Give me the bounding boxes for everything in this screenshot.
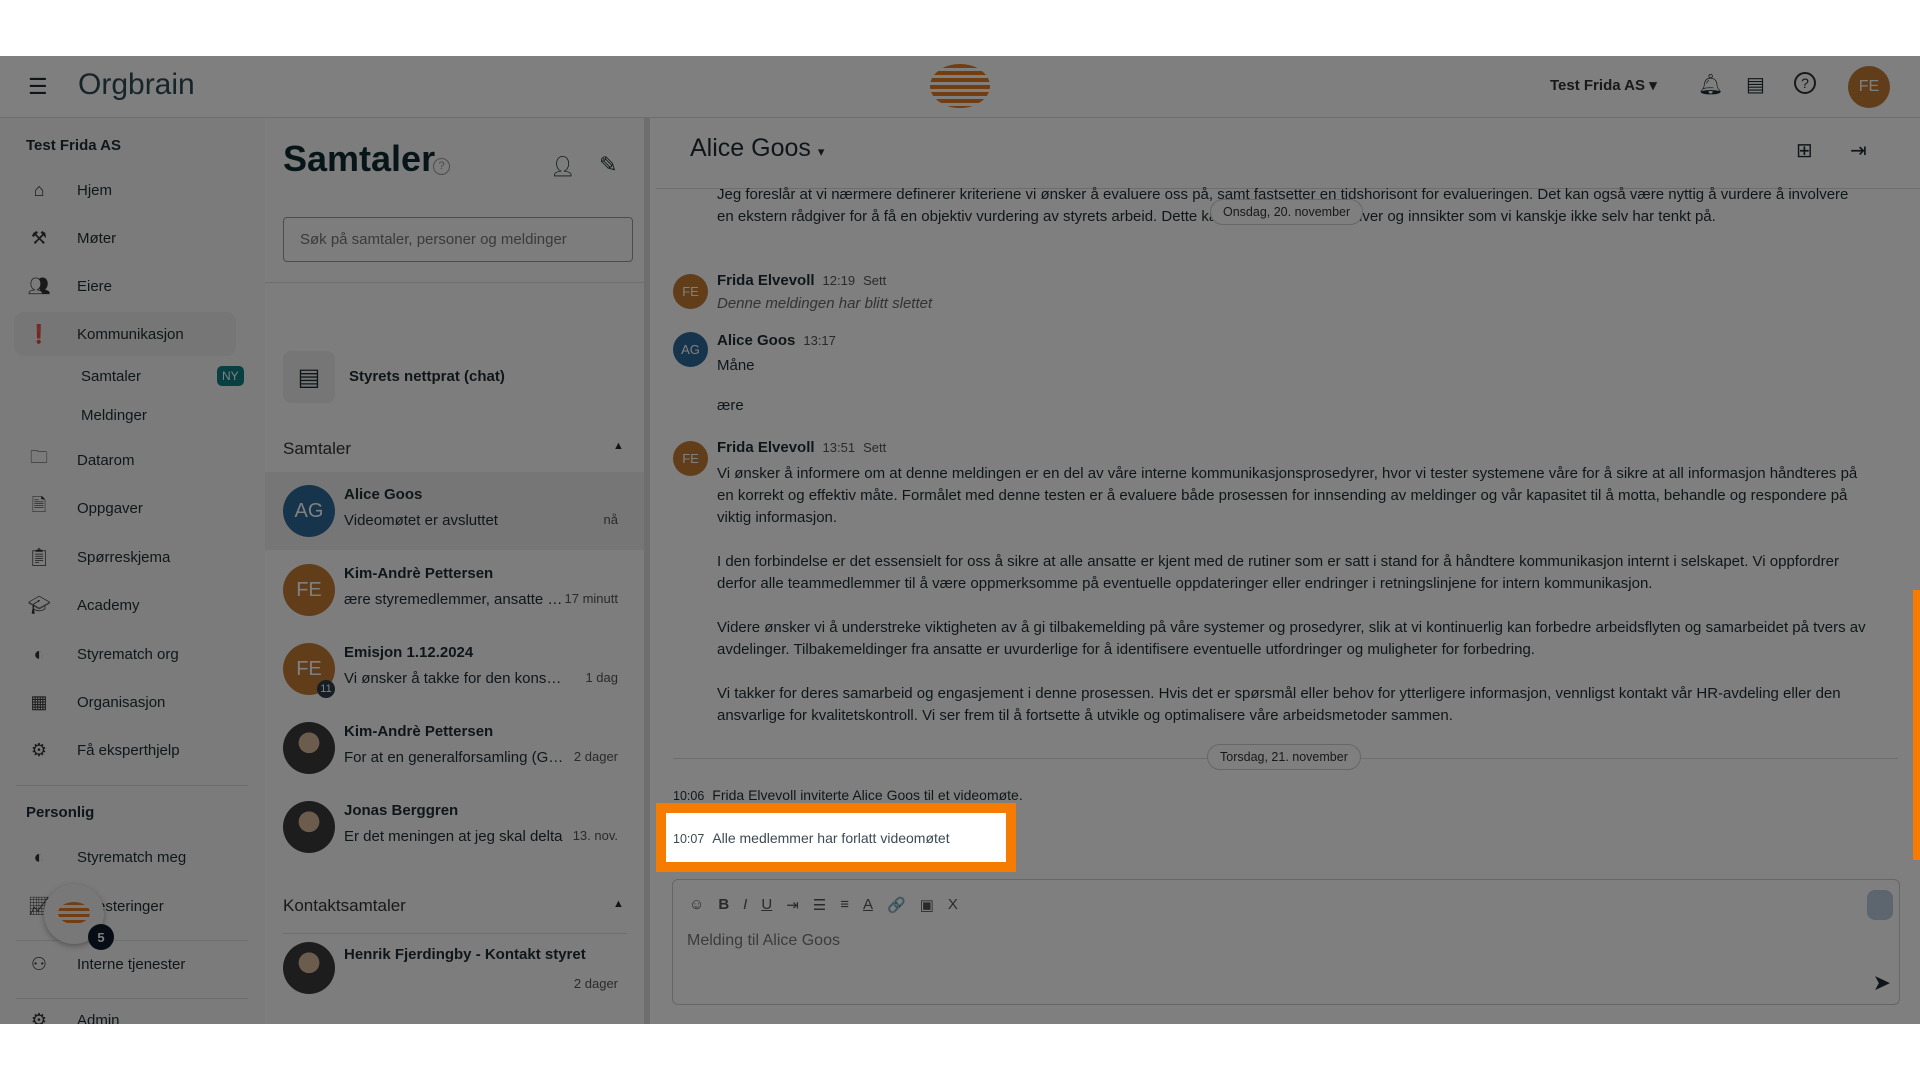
highlighted-system-event: 10:07 Alle medlemmer har forlatt videomøt… xyxy=(656,803,1016,872)
system-event: 10:07 Alle medlemmer har forlatt videomøt… xyxy=(673,830,950,846)
dim-overlay xyxy=(0,56,1920,1024)
scrollbar-thumb[interactable] xyxy=(1913,590,1920,860)
